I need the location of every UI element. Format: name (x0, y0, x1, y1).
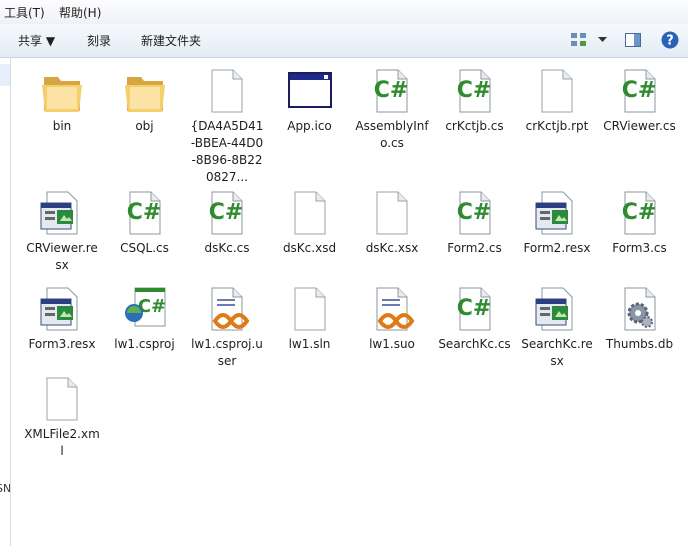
file-name: {DA4A5D41-BBEA-44D0-8B96-8B220827... (190, 119, 264, 184)
blank-file-icon (286, 189, 334, 237)
file-name: crKctjb.rpt (525, 119, 589, 133)
file-name: obj (135, 119, 154, 133)
file-name: dsKc.cs (204, 241, 250, 255)
file-name: lw1.sln (288, 337, 331, 351)
file-name: Form2.resx (523, 241, 591, 255)
svg-text:C#: C# (456, 200, 491, 225)
csharp-file-icon: C# (203, 189, 251, 237)
folder-icon (121, 67, 169, 115)
view-options-icon[interactable] (568, 30, 590, 50)
svg-text:C#: C# (374, 78, 409, 103)
file-name: Form3.resx (28, 337, 96, 351)
svg-text:C#: C# (209, 200, 244, 225)
csharp-file-icon: C# (121, 189, 169, 237)
file-name: Form2.cs (447, 241, 502, 255)
file-name: dsKc.xsd (282, 241, 337, 255)
file-item[interactable]: CRViewer.resx (22, 189, 102, 274)
file-item[interactable]: App.ico (270, 67, 350, 135)
file-name: CRViewer.cs (603, 119, 676, 133)
chevron-down-icon[interactable] (591, 30, 613, 50)
blank-file-icon (38, 375, 86, 423)
nav-selection (0, 64, 10, 86)
menu-help[interactable]: 帮助(H) (59, 4, 101, 21)
resx-file-icon (533, 285, 581, 333)
help-icon[interactable]: ? (659, 30, 681, 50)
new-folder-button[interactable]: 新建文件夹 (141, 32, 201, 49)
file-name: AssemblyInfo.cs (355, 119, 429, 150)
csharp-file-icon: C# (451, 285, 499, 333)
csharp-file-icon: C# (451, 189, 499, 237)
file-item[interactable]: lw1.suo (352, 285, 432, 353)
svg-text:C#: C# (621, 200, 656, 225)
svg-text:C#: C# (456, 296, 491, 321)
file-name: SearchKc.resx (521, 337, 593, 368)
file-item[interactable]: lw1.sln (270, 285, 350, 353)
csharp-file-icon: C# (368, 67, 416, 115)
preview-pane-icon[interactable] (622, 30, 644, 50)
file-item[interactable]: dsKc.xsx (352, 189, 432, 257)
file-name: lw1.suo (369, 337, 415, 351)
file-item[interactable]: lw1.csproj.user (187, 285, 267, 370)
file-name: crKctjb.cs (445, 119, 504, 133)
file-item[interactable]: SearchKc.resx (517, 285, 597, 370)
file-item[interactable]: C# lw1.csproj (105, 285, 185, 353)
resx-file-icon (38, 285, 86, 333)
window-icon (286, 67, 334, 115)
file-item[interactable]: C# AssemblyInfo.cs (352, 67, 432, 152)
file-item[interactable]: obj (105, 67, 185, 135)
file-name: App.ico (287, 119, 332, 133)
share-button[interactable]: 共享 ▼ (18, 32, 55, 49)
menu-tools[interactable]: 工具(T) (4, 4, 45, 21)
file-item[interactable]: XMLFile2.xml (22, 375, 102, 460)
burn-button[interactable]: 刻录 (87, 32, 111, 49)
file-item[interactable]: {DA4A5D41-BBEA-44D0-8B96-8B220827... (187, 67, 267, 186)
file-item[interactable]: C# CRViewer.cs (600, 67, 680, 135)
resx-file-icon (38, 189, 86, 237)
toolbar: 共享 ▼ 刻录 新建文件夹 ? (0, 24, 688, 58)
file-item[interactable]: Form2.resx (517, 189, 597, 257)
file-name: SearchKc.cs (438, 337, 511, 351)
csharp-file-icon: C# (451, 67, 499, 115)
blank-file-icon (203, 67, 251, 115)
vs-file-icon (203, 285, 251, 333)
svg-text:C#: C# (621, 78, 656, 103)
svg-text:?: ? (666, 34, 674, 49)
file-item[interactable]: crKctjb.rpt (517, 67, 597, 135)
svg-text:C#: C# (126, 200, 161, 225)
csharp-file-icon: C# (616, 67, 664, 115)
file-name: Form3.cs (612, 241, 667, 255)
file-name: Thumbs.db (605, 337, 674, 351)
file-name: XMLFile2.xml (24, 427, 100, 458)
blank-file-icon (533, 67, 581, 115)
navigation-pane[interactable]: SN (0, 58, 11, 546)
file-item[interactable]: C# crKctjb.cs (435, 67, 515, 135)
file-item[interactable]: Thumbs.db (600, 285, 680, 353)
file-name: dsKc.xsx (365, 241, 419, 255)
file-item[interactable]: C# Form2.cs (435, 189, 515, 257)
vs-file-icon (368, 285, 416, 333)
file-list: bin obj {DA4A5D41-BBEA-44D0-8B96-8B220827.… (11, 58, 688, 546)
blank-file-icon (286, 285, 334, 333)
file-name: CSQL.cs (120, 241, 169, 255)
blank-file-icon (368, 189, 416, 237)
menu-bar: 工具(T) 帮助(H) (0, 0, 688, 25)
file-item[interactable]: C# dsKc.cs (187, 189, 267, 257)
folder-icon (38, 67, 86, 115)
file-name: bin (52, 119, 72, 133)
file-name: lw1.csproj (114, 337, 175, 351)
file-name: lw1.csproj.user (191, 337, 263, 368)
file-item[interactable]: dsKc.xsd (270, 189, 350, 257)
resx-file-icon (533, 189, 581, 237)
file-item[interactable]: bin (22, 67, 102, 135)
file-name: CRViewer.resx (26, 241, 98, 272)
svg-text:C#: C# (456, 78, 491, 103)
gear-file-icon (616, 285, 664, 333)
file-item[interactable]: C# Form3.cs (600, 189, 680, 257)
file-item[interactable]: C# CSQL.cs (105, 189, 185, 257)
file-item[interactable]: Form3.resx (22, 285, 102, 353)
csharp-file-icon: C# (616, 189, 664, 237)
nav-cut-text: SN (0, 482, 11, 495)
file-item[interactable]: C# SearchKc.cs (435, 285, 515, 353)
csproj-file-icon: C# (121, 285, 169, 333)
